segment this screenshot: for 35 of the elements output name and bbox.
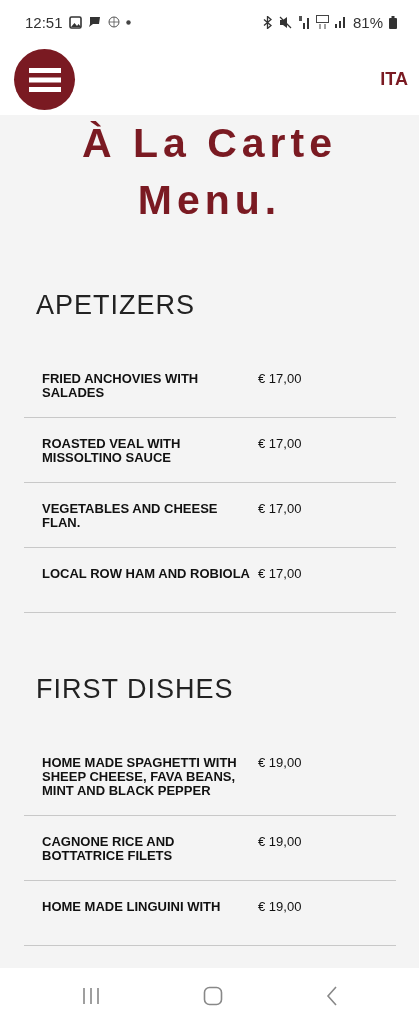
dish-name: ROASTED VEAL WITH MISSOLTINO SAUCE [42,437,182,465]
battery-percentage: 81% [352,13,383,31]
dish-price: € 17,00 [258,437,303,453]
dish-price: € 19,00 [258,835,303,851]
signal-icon [297,15,310,29]
chat-icon [87,16,102,28]
network-icon [315,15,329,29]
language-link[interactable]: ITA [380,69,408,90]
clock-time: 12:51 [25,13,63,31]
mute-icon [278,15,292,29]
dish-price: € 17,00 [258,567,303,583]
dish-name: HOME MADE SPAGHETTI WITH SHEEP CHEESE, FAVA BEANS, MINT AND BLACK PEPPER [42,756,238,798]
home-icon[interactable] [202,986,223,1006]
menu-button[interactable] [14,49,75,110]
globe-icon [107,16,120,28]
dish-name: LOCAL ROW HAM AND ROBIOLA [42,567,251,583]
dish-price: € 17,00 [258,502,303,518]
recent-apps-icon[interactable] [81,987,100,1005]
image-icon [68,15,82,29]
dish-price: € 17,00 [258,372,303,388]
dish-price: € 19,00 [258,900,303,916]
signal-icon [334,16,347,28]
dish-name: FRIED ANCHOVIES WITH SALADES [42,372,200,400]
battery-icon [389,15,397,29]
back-icon[interactable] [325,986,338,1006]
dish-name: HOME MADE LINGUINI WITH [42,900,222,916]
dish-name: CAGNONE RICE AND BOTTATRICE FILETS [42,835,176,863]
menu-icon [28,67,61,92]
dish-name: VEGETABLES AND CHEESE FLAN. [42,502,219,530]
page-title: À La Carte Menu. [80,119,339,225]
section-heading: FIRST DISHES [36,673,235,706]
bluetooth-icon [261,15,273,29]
dish-price: € 19,00 [258,756,303,772]
section-heading: APETIZERS [36,289,197,322]
dot-icon [125,19,131,25]
